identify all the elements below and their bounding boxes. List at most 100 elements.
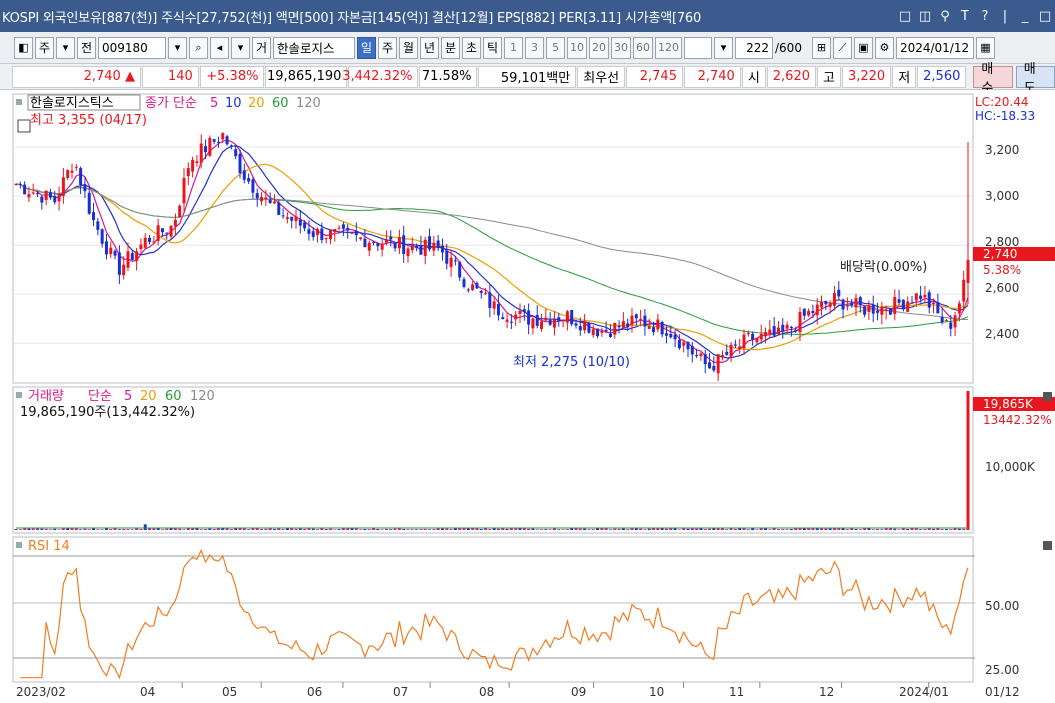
pin-icon[interactable]: ⚲	[935, 6, 955, 26]
volume-bar	[850, 528, 854, 530]
volume-bar	[281, 529, 285, 530]
candle-body	[458, 262, 462, 278]
best-ask: 2,745	[626, 65, 683, 88]
period-tab-week[interactable]: 주	[378, 36, 397, 59]
chart-area[interactable]: 한솔로지스틱스 종가 단순 5 10 20 60 120 최고 3,355 (0…	[0, 90, 1055, 703]
interval-5[interactable]: 5	[546, 36, 565, 59]
count-input[interactable]: 222	[735, 36, 773, 59]
volume-bar	[445, 528, 449, 530]
period-tab-tick[interactable]: 틱	[483, 36, 502, 59]
date-input[interactable]: 2024/01/12	[895, 36, 974, 59]
candle-body	[876, 310, 880, 313]
candle-body	[277, 202, 281, 215]
candle-body	[216, 141, 220, 143]
period-tab-second[interactable]: 초	[462, 36, 481, 59]
search-icon[interactable]: ⌕	[189, 36, 208, 59]
draw-tool-icon[interactable]: ⟋	[832, 36, 852, 59]
zoom-icon[interactable]: ⊞	[811, 36, 831, 59]
grid-toggle-icon[interactable]	[17, 119, 31, 133]
volume-bar	[350, 528, 354, 530]
candle-body	[725, 351, 729, 355]
interval-60[interactable]: 60	[633, 36, 653, 59]
candle-body	[57, 195, 61, 202]
next-stock-icon[interactable]: ▾	[231, 36, 250, 59]
candle-body	[453, 260, 457, 262]
candle-body	[927, 292, 931, 308]
rsi-panel-toggle-icon[interactable]	[16, 542, 22, 548]
interval-dropdown-icon[interactable]: ▾	[714, 36, 733, 59]
buy-button[interactable]: 매수	[973, 62, 1013, 96]
font-icon[interactable]: T	[955, 6, 975, 26]
candle-body	[871, 304, 875, 314]
best-bid: 2,740	[683, 65, 741, 88]
stock-chart[interactable]: 한솔로지스틱스 종가 단순 5 10 20 60 120 최고 3,355 (0…	[0, 90, 1055, 703]
volume-bar	[449, 529, 453, 530]
volume-bar	[789, 529, 793, 530]
period-tab-day[interactable]: 일	[357, 36, 376, 59]
tab-stock[interactable]: 주	[35, 36, 54, 59]
layout-icon[interactable]: ◧	[14, 36, 33, 59]
candle-body	[600, 331, 604, 333]
open-price: 2,620	[766, 65, 816, 88]
save-icon[interactable]: ▣	[853, 36, 873, 59]
candle-body	[18, 184, 22, 186]
sell-button[interactable]: 매도	[1015, 62, 1055, 96]
volume-bar	[208, 528, 212, 530]
count-total: /600	[775, 40, 802, 55]
candle-body	[316, 229, 320, 235]
volume-bar	[682, 528, 686, 530]
rsi-y-label-50: 50.00	[985, 599, 1019, 613]
volume-bar	[229, 529, 233, 530]
minimize-icon[interactable]: _	[1015, 6, 1035, 26]
volume-bar	[419, 529, 423, 530]
candle-body	[117, 252, 121, 275]
volume-bar	[79, 529, 83, 530]
market-dropdown-icon[interactable]: ▾	[56, 36, 75, 59]
candle-body	[130, 253, 134, 260]
candle-body	[376, 243, 380, 247]
candle-body	[406, 248, 410, 257]
candle-body	[884, 310, 888, 312]
interval-custom-input[interactable]	[684, 36, 712, 59]
candle-body	[518, 310, 522, 315]
candle-body	[802, 308, 806, 316]
dock-icon[interactable]: ◫	[915, 6, 935, 26]
calendar-icon[interactable]: ▦	[975, 36, 995, 59]
period-tab-minute[interactable]: 분	[441, 36, 460, 59]
stock-code-input[interactable]: 009180	[98, 36, 166, 59]
previous-stock-icon[interactable]: ◂	[210, 36, 229, 59]
candle-body	[221, 133, 225, 140]
interval-120[interactable]: 120	[655, 36, 682, 59]
volume-bar	[290, 528, 294, 530]
price-panel-toggle-icon[interactable]	[16, 99, 22, 105]
hold-button[interactable]: 거	[252, 36, 271, 59]
help-icon[interactable]: ?	[975, 6, 995, 26]
volume-panel-close-icon[interactable]	[1043, 392, 1052, 401]
candle-body	[113, 250, 117, 256]
tab-all[interactable]: 전	[77, 36, 96, 59]
interval-1[interactable]: 1	[504, 36, 523, 59]
interval-3[interactable]: 3	[525, 36, 544, 59]
volume-bar	[109, 529, 113, 530]
restore-icon[interactable]: □	[895, 6, 915, 26]
candle-body	[755, 337, 759, 343]
rsi-panel-title: RSI 14	[28, 539, 70, 554]
period-tab-year[interactable]: 년	[420, 36, 439, 59]
maximize-icon[interactable]: □	[1035, 6, 1055, 26]
candle-body	[587, 323, 591, 333]
candle-body	[380, 243, 384, 250]
code-dropdown-icon[interactable]: ▾	[168, 36, 187, 59]
interval-10[interactable]: 10	[567, 36, 587, 59]
interval-20[interactable]: 20	[589, 36, 609, 59]
candle-body	[626, 323, 630, 327]
candle-body	[384, 239, 388, 243]
interval-30[interactable]: 30	[611, 36, 631, 59]
candle-body	[281, 215, 285, 217]
candle-body	[552, 319, 556, 328]
rsi-panel-close-icon[interactable]	[1043, 541, 1052, 550]
period-tab-month[interactable]: 월	[399, 36, 418, 59]
candle-body	[832, 293, 836, 306]
volume-panel-toggle-icon[interactable]	[16, 392, 22, 398]
volume-bar	[708, 528, 712, 530]
gear-icon[interactable]: ⚙	[874, 36, 894, 59]
